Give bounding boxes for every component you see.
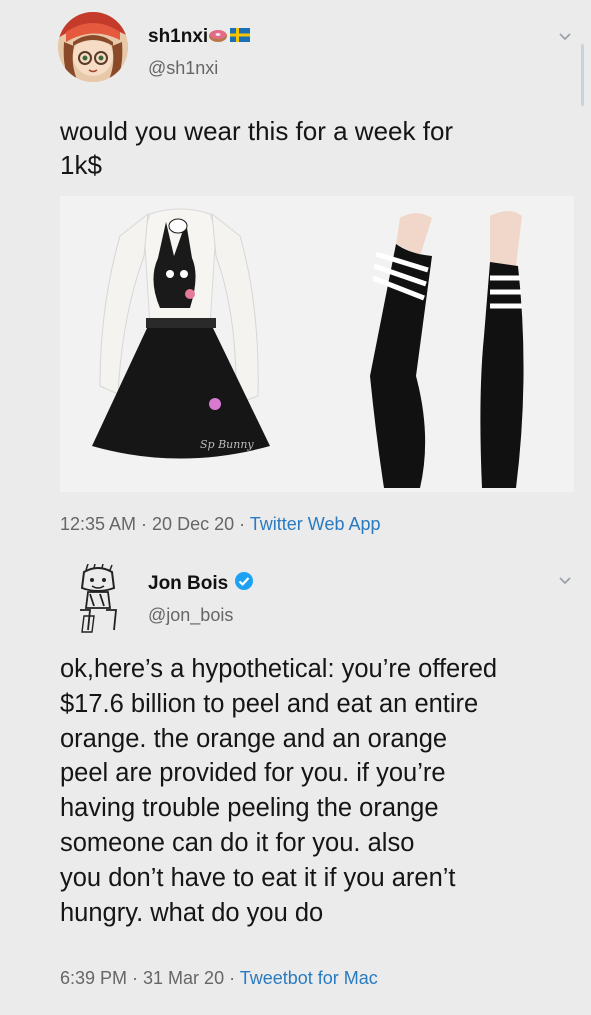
socks-image[interactable] bbox=[370, 211, 524, 488]
tweet-meta: 12:35 AM · 20 Dec 20 · Twitter Web App bbox=[60, 514, 381, 535]
tweet-text-line: peel are provided for you. if you’re bbox=[60, 759, 446, 788]
display-name-text: sh1nxi bbox=[148, 26, 209, 48]
tweet-text-line: $17.6 billion to peel and eat an entire bbox=[60, 689, 479, 718]
display-name[interactable]: Jon Bois bbox=[148, 571, 254, 597]
tweet-text-line: 1k$ bbox=[60, 150, 102, 180]
tweet-meta: 6:39 PM · 31 Mar 20 · Tweetbot for Mac bbox=[60, 968, 378, 989]
avatar-sh1nxi[interactable] bbox=[58, 12, 128, 82]
anime-girl-avatar-icon bbox=[58, 12, 128, 82]
handle[interactable]: @jon_bois bbox=[148, 605, 233, 626]
chevron-down-icon[interactable] bbox=[558, 30, 572, 44]
source-link[interactable]: Tweetbot for Mac bbox=[240, 968, 378, 988]
tweet-text-line: orange. the orange and an orange bbox=[60, 724, 448, 753]
tweet-text-line: you don’t have to eat it if you aren’t bbox=[60, 863, 456, 892]
tweet-text: ok,here’s a hypothetical: you’re offered… bbox=[60, 652, 580, 930]
cartoon-character-avatar-icon bbox=[70, 564, 126, 634]
dress-image[interactable]: Sp Bunny bbox=[92, 208, 270, 459]
tweet-media[interactable]: Sp Bunny bbox=[60, 196, 574, 492]
sweden-flag-icon bbox=[228, 26, 251, 48]
chevron-down-icon[interactable] bbox=[558, 574, 572, 588]
tweet-text-line: ok,here’s a hypothetical: you’re offered bbox=[60, 655, 498, 683]
timestamp[interactable]: 12:35 AM · 20 Dec 20 · bbox=[60, 514, 250, 534]
tweet-text-line: would you wear this for a week for bbox=[60, 116, 454, 146]
svg-text:Sp Bunny: Sp Bunny bbox=[200, 438, 254, 451]
avatar-jon-bois[interactable] bbox=[70, 564, 126, 634]
source-link[interactable]: Twitter Web App bbox=[250, 514, 381, 534]
display-name[interactable]: sh1nxi bbox=[148, 26, 251, 48]
donut-emoji-icon bbox=[208, 26, 228, 48]
tweet-text-line: hungry. what do you do bbox=[60, 898, 324, 927]
tweet-text-line: someone can do it for you. also bbox=[60, 828, 415, 857]
display-name-text: Jon Bois bbox=[148, 573, 229, 595]
tweet-text: would you wear this for a week for 1k$ bbox=[60, 114, 580, 182]
timestamp[interactable]: 6:39 PM · 31 Mar 20 · bbox=[60, 968, 240, 988]
verified-badge-icon bbox=[234, 571, 254, 597]
handle[interactable]: @sh1nxi bbox=[148, 58, 218, 79]
tweet-text-line: having trouble peeling the orange bbox=[60, 794, 439, 823]
